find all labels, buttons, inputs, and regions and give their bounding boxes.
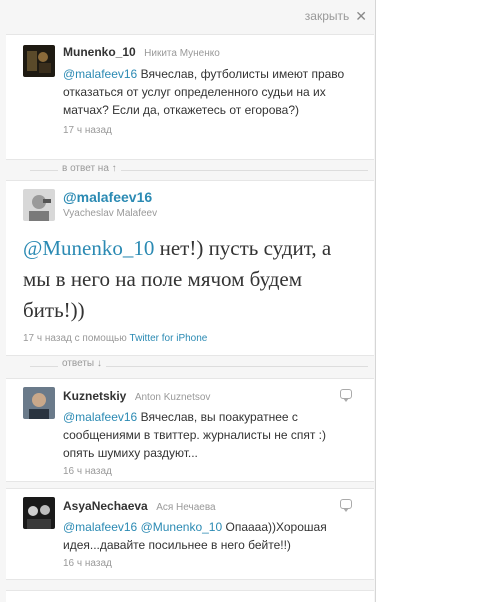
tweet-text: @Munenko_10 нет!) пусть судит, а мы в не… xyxy=(23,233,363,326)
main-tweet: @malafeev16 Vyacheslav Malafeev @Munenko… xyxy=(6,180,374,356)
realname: Vyacheslav Malafeev xyxy=(63,208,158,219)
tweet-details-panel: закрыть ✕ Munenko_10 Никита Муненко @mal… xyxy=(0,0,376,602)
avatar-image xyxy=(23,387,55,419)
via-link[interactable]: Twitter for iPhone xyxy=(130,333,208,344)
down-arrow-icon: ↓ xyxy=(96,358,102,369)
tweet-time[interactable]: 16 ч назад xyxy=(63,466,353,477)
close-label: закрыть xyxy=(304,9,350,23)
realname: Anton Kuznetsov xyxy=(134,392,211,403)
up-arrow-icon: ↑ xyxy=(111,163,117,174)
avatar[interactable] xyxy=(23,387,55,419)
reply-item: AsyaNechaeva Ася Нечаева @malafeev16 @Mu… xyxy=(6,488,374,580)
close-button[interactable]: закрыть ✕ xyxy=(305,8,367,24)
mention-link[interactable]: @Munenko_10 xyxy=(23,236,154,260)
username[interactable]: @malafeev16 xyxy=(63,189,157,205)
username[interactable]: AsyaNechaeva xyxy=(63,499,148,513)
tweet-time[interactable]: 16 ч назад xyxy=(63,558,353,569)
avatar[interactable] xyxy=(23,497,55,529)
replies-label: ответы ↓ xyxy=(58,358,106,369)
avatar-image xyxy=(23,497,55,529)
realname: Никита Муненко xyxy=(144,48,220,59)
avatar[interactable] xyxy=(23,189,55,221)
via-prefix: с помощью xyxy=(74,333,127,344)
reply-item: Kuznetskiy Anton Kuznetsov @malafeev16 В… xyxy=(6,378,374,482)
tweet-text: @malafeev16 Вячеслав, футболисты имеют п… xyxy=(63,65,363,119)
mention-link[interactable]: @malafeev16 xyxy=(63,410,137,424)
reply-item-partial xyxy=(6,590,374,602)
tweet-text: @malafeev16 @Munenko_10 Опаааа))Хорошая … xyxy=(63,518,353,554)
avatar-image xyxy=(23,45,55,77)
mention-link[interactable]: @malafeev16 xyxy=(63,520,137,534)
username[interactable]: Munenko_10 xyxy=(63,45,136,59)
username[interactable]: Kuznetskiy xyxy=(63,389,126,403)
avatar[interactable] xyxy=(23,45,55,77)
in-reply-to-label[interactable]: в ответ на ↑ xyxy=(58,163,121,174)
tweet-time[interactable]: 17 ч назад xyxy=(23,333,72,344)
original-tweet: Munenko_10 Никита Муненко @malafeev16 Вя… xyxy=(6,34,374,160)
avatar-image xyxy=(23,189,55,221)
realname: Ася Нечаева xyxy=(156,502,216,513)
tweet-time[interactable]: 17 ч назад xyxy=(63,125,363,136)
close-icon[interactable]: ✕ xyxy=(355,9,367,23)
mention-link[interactable]: @malafeev16 xyxy=(63,67,137,81)
tweet-text: @malafeev16 Вячеслав, вы поакуратнее с с… xyxy=(63,408,353,462)
mention-link-2[interactable]: @Munenko_10 xyxy=(141,520,223,534)
tweet-meta: 17 ч назад с помощью Twitter for iPhone xyxy=(23,333,207,344)
